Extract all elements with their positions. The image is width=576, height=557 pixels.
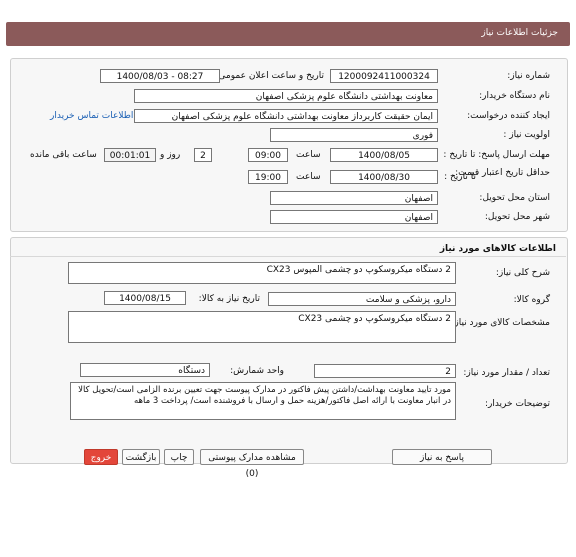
priority-label: اولویت نیاز : xyxy=(503,130,550,140)
validity-time-label: ساعت xyxy=(296,172,321,182)
details-panel xyxy=(10,58,568,232)
city-label: شهر محل تحویل: xyxy=(484,212,550,222)
summary-label: شرح کلی نیاز: xyxy=(495,268,550,278)
priority-field: فوری xyxy=(270,128,438,142)
reply-time-label: ساعت xyxy=(296,150,321,160)
spec-label: مشخصات کالای مورد نیاز: xyxy=(451,318,550,328)
validity-time-field: 19:00 xyxy=(248,170,288,184)
unit-field: دستگاه xyxy=(80,363,210,377)
back-button[interactable]: بازگشت xyxy=(122,449,160,465)
section-divider xyxy=(10,256,566,257)
unit-label: واحد شمارش: xyxy=(230,366,284,376)
need-number-field: 1200092411000324 xyxy=(330,69,438,83)
days-label: روز و xyxy=(160,150,181,160)
reply-time-field: 09:00 xyxy=(248,148,288,162)
group-label: گروه کالا: xyxy=(513,295,550,305)
need-date-field: 1400/08/15 xyxy=(104,291,186,305)
reply-deadline-label: مهلت ارسال پاسخ: تا تاریخ : xyxy=(443,150,550,160)
page-header: جزئیات اطلاعات نیاز xyxy=(6,22,570,46)
reply-button[interactable]: پاسخ به نیاز xyxy=(392,449,492,465)
goods-section-title: اطلاعات کالاهای مورد نیاز xyxy=(439,244,556,254)
need-number-label: شماره نیاز: xyxy=(507,71,550,81)
days-field: 2 xyxy=(194,148,212,162)
announce-field: 1400/08/03 - 08:27 xyxy=(100,69,220,83)
province-label: استان محل تحویل: xyxy=(479,193,550,203)
reply-date-field: 1400/08/05 xyxy=(330,148,438,162)
remaining-label: ساعت باقی مانده xyxy=(30,150,97,160)
group-field: دارو، پزشکی و سلامت xyxy=(268,292,456,306)
buyer-contact-link[interactable]: اطلاعات تماس خریدار xyxy=(50,111,133,121)
buyer-org-label: نام دستگاه خریدار: xyxy=(479,91,550,101)
validity-to-label: تا تاریخ : xyxy=(444,172,476,182)
need-date-label: تاریخ نیاز به کالا: xyxy=(198,294,260,304)
notes-label: توضیحات خریدار: xyxy=(484,399,550,409)
qty-field: 2 xyxy=(314,364,456,378)
validity-date-field: 1400/08/30 xyxy=(330,170,438,184)
print-button[interactable]: چاپ xyxy=(164,449,194,465)
requester-field: ایمان حقیقت کاربرداز معاونت بهداشتی دانش… xyxy=(134,109,438,123)
notes-field: مورد تایید معاونت بهداشت/داشتن پیش فاکتو… xyxy=(70,382,456,420)
summary-field: 2 دستگاه میکروسکوپ دو چشمی المپوس CX23 xyxy=(68,262,456,284)
qty-label: تعداد / مقدار مورد نیاز: xyxy=(463,368,550,378)
page-title: جزئیات اطلاعات نیاز xyxy=(481,28,558,38)
buyer-org-field: معاونت بهداشتی دانشگاه علوم پزشکی اصفهان xyxy=(134,89,438,103)
remaining-time-field: 00:01:01 xyxy=(104,148,156,162)
city-field: اصفهان xyxy=(270,210,438,224)
attachments-button[interactable]: مشاهده مدارک پیوستی (0) xyxy=(200,449,304,479)
announce-label: تاریخ و ساعت اعلان عمومی: xyxy=(215,71,324,81)
spec-field: 2 دستگاه میکروسکوپ دو چشمی CX23 xyxy=(68,311,456,343)
exit-button[interactable]: خروج xyxy=(84,449,118,465)
province-field: اصفهان xyxy=(270,191,438,205)
requester-label: ایجاد کننده درخواست: xyxy=(467,111,550,121)
